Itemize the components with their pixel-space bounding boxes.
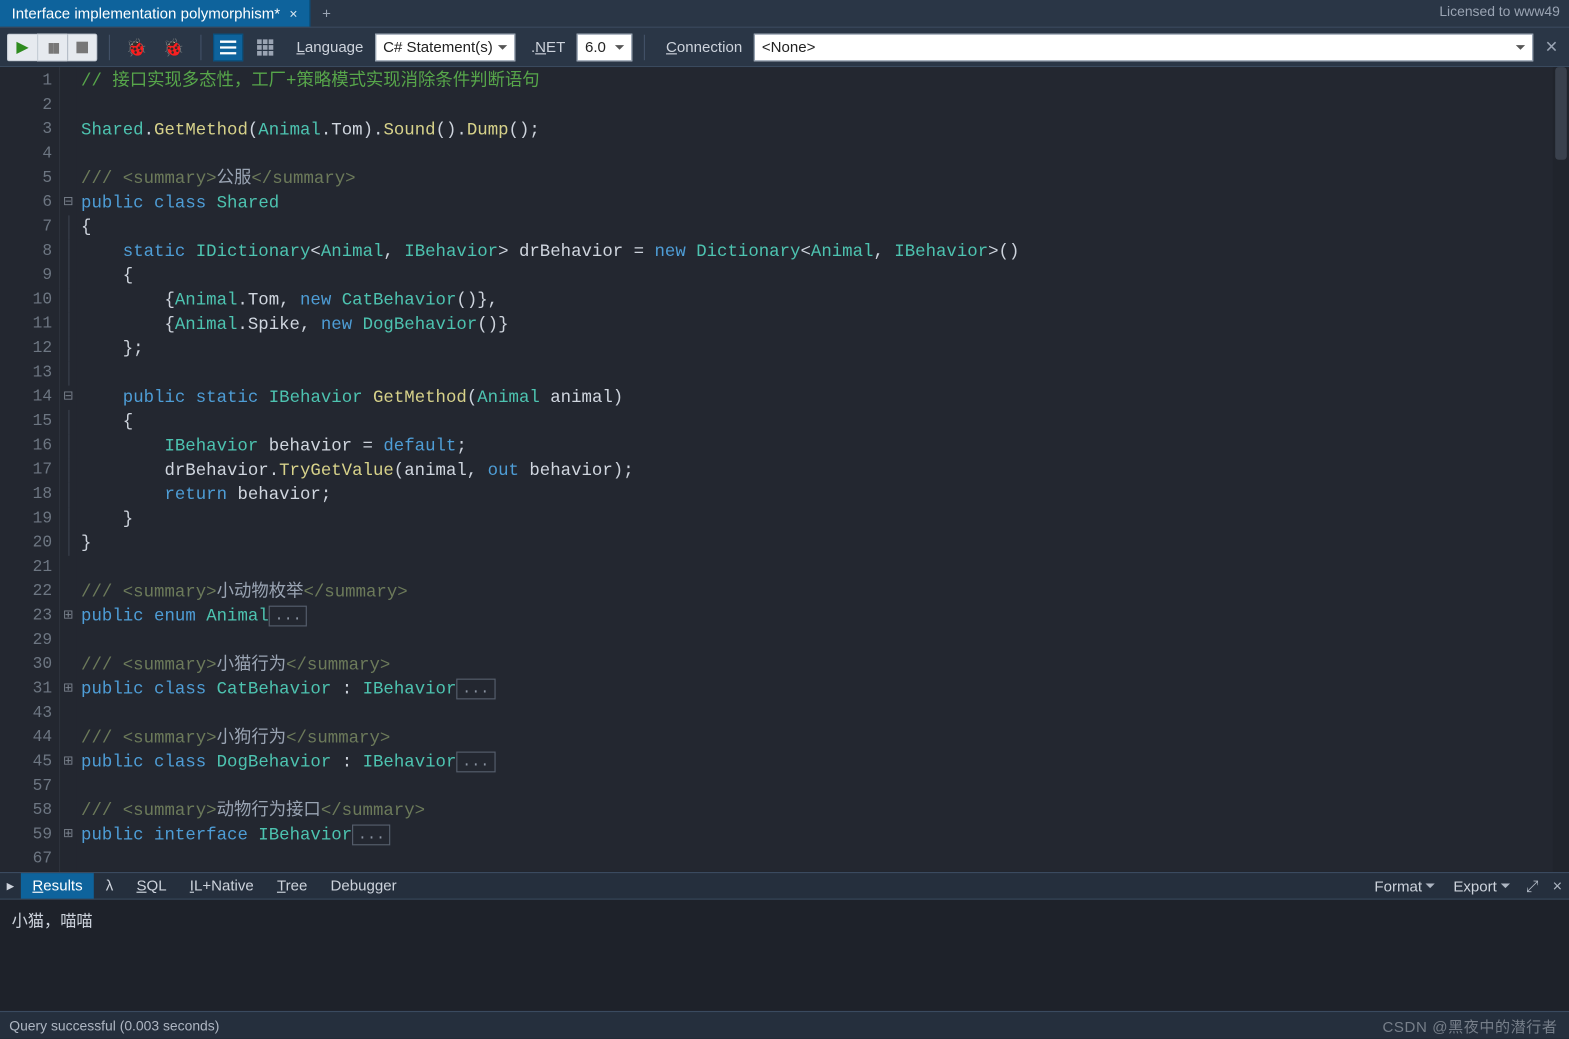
net-select[interactable]: 6.0	[577, 33, 633, 61]
query-tab[interactable]: Interface implementation polymorphism* ×	[0, 0, 310, 27]
tab-title: Interface implementation polymorphism*	[12, 5, 281, 22]
results-tabbar: ▸ Results λ SQL IL+Native Tree Debugger …	[0, 872, 1569, 900]
results-play-icon[interactable]: ▸	[0, 873, 21, 898]
grid-lines-icon	[219, 38, 238, 57]
line-number-gutter: 1234567891011121314151617181920212223293…	[0, 67, 60, 872]
code-editor[interactable]: 1234567891011121314151617181920212223293…	[0, 67, 1569, 872]
format-menu[interactable]: Format	[1365, 873, 1444, 898]
tab-sql[interactable]: SQL	[125, 873, 178, 898]
debug-button[interactable]: 🐞	[122, 33, 152, 61]
minimap-scrollbar[interactable]	[1553, 67, 1569, 872]
stop-button[interactable]	[67, 33, 97, 61]
export-menu[interactable]: Export	[1444, 873, 1519, 898]
tab-lambda[interactable]: λ	[94, 873, 125, 898]
watermark: CSDN @黑夜中的潜行者	[1382, 1014, 1557, 1036]
results-grid-toggle[interactable]	[213, 33, 243, 61]
license-text: Licensed to www49	[1439, 3, 1560, 19]
status-text: Query successful (0.003 seconds)	[9, 1017, 219, 1033]
net-label: .NET	[522, 38, 570, 55]
add-tab-button[interactable]: +	[310, 0, 342, 27]
toolbar: ▶ ▮▮ 🐞 🐞 Language C# Statement(s) .NET 6…	[0, 28, 1569, 67]
tab-results[interactable]: Results	[21, 873, 94, 898]
results-data-toggle[interactable]	[250, 33, 280, 61]
expand-results-icon[interactable]: ⤢	[1519, 873, 1546, 898]
toolbar-close-icon[interactable]: ×	[1541, 35, 1562, 59]
tab-ilnative[interactable]: IL+Native	[178, 873, 265, 898]
status-bar: Query successful (0.003 seconds) CSDN @黑…	[0, 1011, 1569, 1039]
tab-debugger[interactable]: Debugger	[319, 873, 408, 898]
pause-button[interactable]: ▮▮	[37, 33, 67, 61]
run-button[interactable]: ▶	[7, 33, 37, 61]
output-pane: 小猫，喵喵	[0, 900, 1569, 1011]
language-select[interactable]: C# Statement(s)	[375, 33, 515, 61]
close-results-icon[interactable]: ×	[1546, 873, 1569, 898]
fold-gutter[interactable]: ⊟⊟⊞⊞⊞⊞	[60, 67, 76, 872]
code-area[interactable]: // 接口实现多态性，工厂+策略模式实现消除条件判断语句 Shared.GetM…	[76, 67, 1569, 872]
tab-bar: Interface implementation polymorphism* ×…	[0, 0, 1569, 28]
tab-tree[interactable]: Tree	[265, 873, 319, 898]
debug-color-button[interactable]: 🐞	[159, 33, 189, 61]
connection-label: Connection	[657, 38, 747, 55]
close-tab-icon[interactable]: ×	[289, 5, 297, 21]
language-label: Language	[287, 38, 368, 55]
grid-cells-icon	[256, 38, 275, 57]
output-text: 小猫，喵喵	[12, 909, 1558, 932]
connection-select[interactable]: <None>	[754, 33, 1534, 61]
